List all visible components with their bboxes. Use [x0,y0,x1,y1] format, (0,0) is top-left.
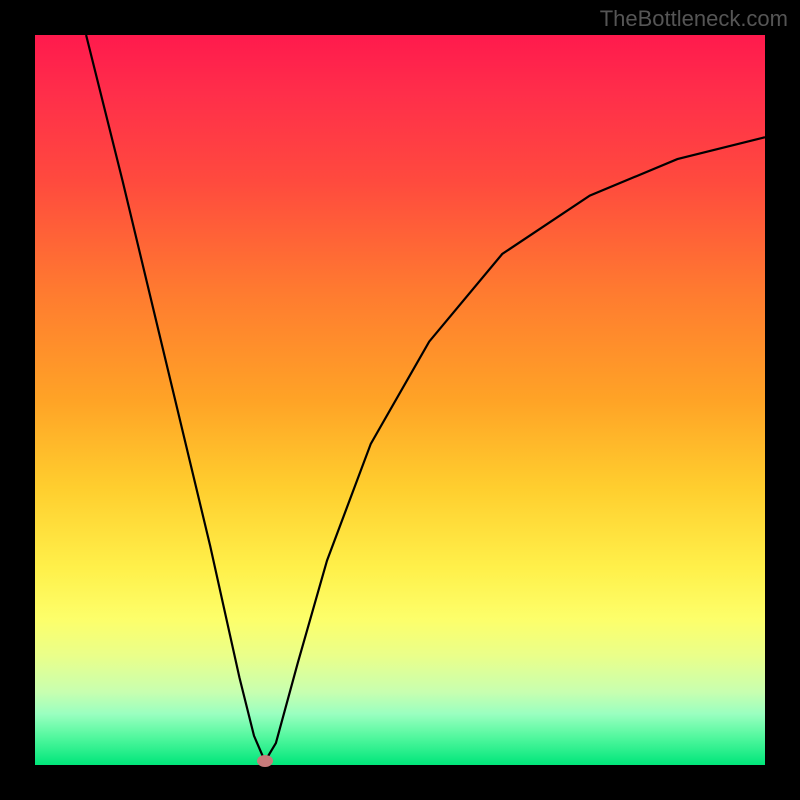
chart-plot-area [35,35,765,765]
watermark-text: TheBottleneck.com [600,6,788,32]
curve-svg [35,35,765,765]
curve-line [86,35,765,761]
marker-dot [257,755,273,767]
